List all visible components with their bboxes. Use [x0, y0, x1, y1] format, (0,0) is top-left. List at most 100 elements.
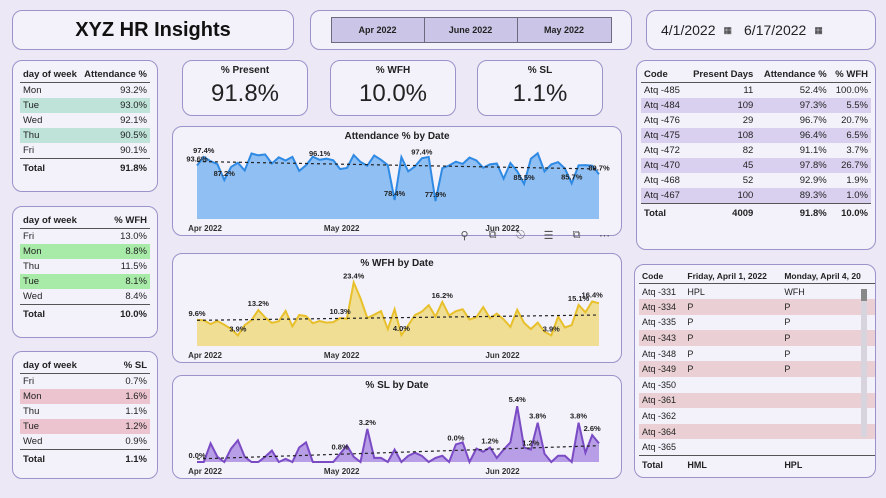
column-header-day[interactable]: day of week: [20, 67, 81, 83]
table-row[interactable]: Tue 8.1%: [20, 274, 150, 289]
table-cell: 6.5%: [846, 130, 868, 141]
total-cell: Total: [641, 203, 686, 221]
attendance-chart[interactable]: Attendance % by Date 93.6% 97.4% 87.2% 96.1…: [172, 126, 622, 236]
table-row[interactable]: Fri 90.1%: [20, 143, 150, 159]
table-row[interactable]: Atq -472 82 91.1% 3.7%: [641, 143, 871, 158]
table-cell: 89.3%: [799, 190, 827, 201]
table-cell: 97.8%: [799, 160, 827, 171]
table-cell: Fri: [23, 231, 35, 242]
table-row[interactable]: Wed 92.1%: [20, 113, 150, 128]
table-row[interactable]: Mon 93.2%: [20, 83, 150, 99]
table-row[interactable]: Thu 11.5%: [20, 259, 150, 274]
table-row[interactable]: Thu 90.5%: [20, 128, 150, 143]
pin-icon[interactable]: ⚲: [454, 229, 475, 242]
column-header-wfh[interactable]: % WFH: [98, 213, 150, 229]
column-header-date[interactable]: Monday, April 4, 20: [781, 269, 875, 284]
table-cell: Atq -468: [644, 175, 680, 186]
data-label: 96.1%: [309, 149, 331, 158]
column-header-day[interactable]: day of week: [20, 213, 99, 229]
column-header-present-days[interactable]: Present Days: [685, 67, 757, 83]
table-cell: Atq -335: [642, 317, 677, 328]
data-label: 16.4%: [582, 290, 604, 299]
tab-june-2022[interactable]: June 2022: [424, 18, 518, 42]
wfh-chart[interactable]: % WFH by Date 9.6% 3.9% 13.2% 23.4% 10.3% 4.0…: [172, 253, 622, 363]
scrollbar-thumb[interactable]: [861, 289, 867, 301]
table-row[interactable]: Mon 1.6%: [20, 389, 150, 404]
table-cell: 91.1%: [799, 145, 827, 156]
table-cell: 5.5%: [846, 100, 868, 111]
table-row[interactable]: Thu 1.1%: [20, 404, 150, 419]
more-icon[interactable]: ⋯: [594, 229, 615, 242]
table-row[interactable]: Wed 0.9%: [20, 434, 150, 450]
x-tick-label: May 2022: [324, 224, 360, 233]
table-cell: Atq -331: [642, 286, 677, 297]
calendar-icon[interactable]: ▦: [814, 25, 823, 36]
column-header-sl[interactable]: % SL: [107, 358, 150, 374]
filter-icon[interactable]: ☰: [538, 229, 559, 242]
table-row[interactable]: Atq -470 45 97.8% 26.7%: [641, 158, 871, 173]
bell-icon[interactable]: ⎋: [510, 229, 531, 242]
table-cell: 0.7%: [125, 376, 147, 387]
table-row[interactable]: Wed 8.4%: [20, 289, 150, 305]
table-cell: 8.4%: [125, 291, 147, 302]
table-row[interactable]: Atq -331 HPL WFH: [639, 284, 875, 300]
table-cell: P: [687, 301, 694, 312]
expand-icon[interactable]: ⧉: [566, 229, 587, 242]
total-cell: Total: [20, 449, 108, 467]
table-row[interactable]: Fri 0.7%: [20, 374, 150, 390]
table-row[interactable]: Atq -468 52 92.9% 1.9%: [641, 173, 871, 188]
table-cell: 82: [742, 145, 754, 156]
calendar-icon[interactable]: ▦: [724, 25, 733, 36]
table-row[interactable]: Atq -350: [639, 377, 875, 393]
table-row[interactable]: Mon 8.8%: [20, 244, 150, 259]
tab-may-2022[interactable]: May 2022: [517, 18, 611, 42]
attendance-by-weekday-table: day of week Attendance % Mon 93.2% Tue 93.0…: [12, 60, 158, 192]
table-cell: Atq -348: [642, 348, 677, 359]
table-cell: 100.0%: [835, 85, 868, 96]
table-row[interactable]: Atq -349 P P: [639, 361, 875, 378]
table-cell: Atq -470: [644, 160, 680, 171]
tab-apr-2022[interactable]: Apr 2022: [331, 18, 425, 42]
table-row[interactable]: Atq -467 100 89.3% 1.0%: [641, 188, 871, 204]
table-row[interactable]: Fri 13.0%: [20, 229, 150, 245]
table-row[interactable]: Atq -361: [639, 392, 875, 409]
table-row[interactable]: Atq -365: [639, 439, 875, 455]
column-header-code[interactable]: Code: [641, 67, 686, 83]
table-row[interactable]: Atq -475 108 96.4% 6.5%: [641, 128, 871, 143]
table-cell: [684, 439, 781, 455]
start-date-input[interactable]: 4/1/2022: [661, 22, 716, 38]
kpi-value: 10.0%: [358, 80, 428, 107]
sl-chart[interactable]: % SL by Date 0.0% 0.8% 3.2% 0.0% 1.2% 5.4% 1.2…: [172, 375, 622, 479]
end-date-input[interactable]: 6/17/2022: [744, 22, 806, 38]
copy-icon[interactable]: ⧉: [482, 229, 503, 242]
column-header-wfh[interactable]: % WFH: [829, 67, 871, 83]
data-label: 10.3%: [329, 307, 351, 316]
employee-summary-table: Code Present Days Attendance % % WFH Atq…: [636, 60, 876, 250]
column-header-attendance[interactable]: Attendance %: [80, 67, 150, 83]
column-header-day[interactable]: day of week: [20, 358, 108, 374]
total-cell: Total: [639, 454, 685, 472]
table-row[interactable]: Atq -484 109 97.3% 5.5%: [641, 98, 871, 113]
column-header-date[interactable]: Friday, April 1, 2022: [684, 269, 782, 284]
table-row[interactable]: Atq -485 11 52.4% 100.0%: [641, 83, 871, 99]
table-row[interactable]: Atq -343 P P: [639, 330, 875, 346]
table-row[interactable]: Atq -476 29 96.7% 20.7%: [641, 113, 871, 128]
table-row[interactable]: Tue 1.2%: [20, 419, 150, 434]
table-cell: Thu: [23, 406, 40, 417]
table-row[interactable]: Atq -362: [639, 408, 875, 424]
table-row[interactable]: Tue 93.0%: [20, 98, 150, 113]
area-fill: [197, 282, 599, 346]
table-cell: 1.0%: [846, 190, 868, 201]
table-cell: Atq -467: [644, 190, 680, 201]
table-cell: 100: [737, 190, 754, 201]
table-cell: 108: [737, 130, 754, 141]
data-label: 3.8%: [529, 412, 546, 421]
total-cell: 10.0%: [829, 203, 871, 221]
table-row[interactable]: Atq -335 P P: [639, 315, 875, 331]
table-row[interactable]: Atq -364: [639, 423, 875, 440]
vertical-scrollbar[interactable]: [861, 289, 867, 437]
table-row[interactable]: Atq -348 P P: [639, 346, 875, 362]
column-header-attendance[interactable]: Attendance %: [756, 67, 830, 83]
column-header-code[interactable]: Code: [639, 269, 685, 284]
table-row[interactable]: Atq -334 P P: [639, 299, 875, 315]
